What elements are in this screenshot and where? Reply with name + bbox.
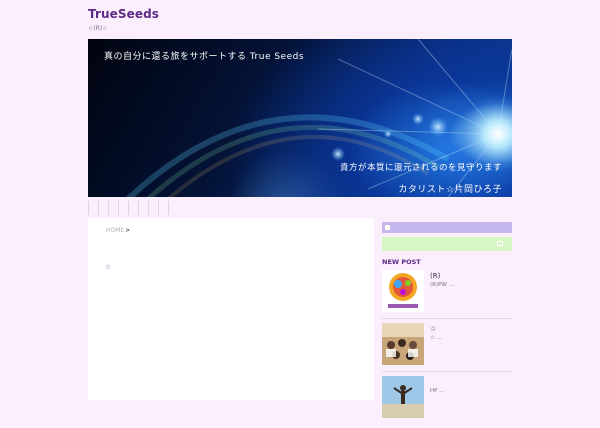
breadcrumb-home-link[interactable]: HOME xyxy=(106,227,124,234)
breadcrumb-separator: > xyxy=(125,227,131,234)
post-title[interactable]: (R) xyxy=(430,272,440,280)
post-thumbnail[interactable] xyxy=(382,376,424,418)
nav-item[interactable] xyxy=(119,201,129,215)
nav-item[interactable] xyxy=(109,201,119,215)
site-subtitle: ☆(R)☆ xyxy=(88,25,108,32)
nav-item[interactable] xyxy=(88,201,99,215)
nav-item[interactable] xyxy=(149,201,159,215)
search-icon[interactable] xyxy=(497,241,503,246)
header-banner: 真の自分に還る旅をサポートする True Seeds 貴方が本質に還元されるのを… xyxy=(88,39,512,197)
post-title[interactable]: ☆ xyxy=(430,325,436,333)
main-content: HOME> ☆ xyxy=(88,218,374,400)
divider xyxy=(382,318,512,319)
lens-flare-graphic xyxy=(125,39,512,197)
post-title: ☆ xyxy=(105,263,112,271)
sidebar-post-item[interactable]: (R) (R)PW ... xyxy=(382,270,512,322)
nav-item[interactable] xyxy=(129,201,139,215)
post-thumbnail[interactable] xyxy=(382,270,424,312)
banner-tagline: 真の自分に還る旅をサポートする True Seeds xyxy=(104,52,305,62)
nav-item[interactable] xyxy=(159,201,169,215)
post-excerpt: ☆ ... xyxy=(430,335,442,341)
banner-message: 貴方が本質に還元されるのを見守ります xyxy=(339,163,502,173)
post-excerpt: HP ... xyxy=(430,388,445,394)
new-post-heading: NEW POST xyxy=(382,258,421,266)
sidebar-widget-bar[interactable] xyxy=(382,222,512,233)
sidebar-post-item[interactable]: HP ... xyxy=(382,376,512,428)
post-thumbnail[interactable] xyxy=(382,323,424,365)
square-icon xyxy=(385,225,390,230)
divider xyxy=(382,371,512,372)
global-nav xyxy=(88,201,169,215)
nav-item[interactable] xyxy=(99,201,109,215)
sidebar-post-item[interactable]: ☆ ☆ ... xyxy=(382,323,512,375)
sidebar-search-bar[interactable] xyxy=(382,237,512,251)
post-excerpt: (R)PW ... xyxy=(430,282,454,288)
banner-author: カタリスト☆片岡ひろ子 xyxy=(398,185,502,195)
site-title[interactable]: TrueSeeds xyxy=(88,7,159,21)
breadcrumb: HOME> xyxy=(106,227,130,234)
nav-item[interactable] xyxy=(139,201,149,215)
